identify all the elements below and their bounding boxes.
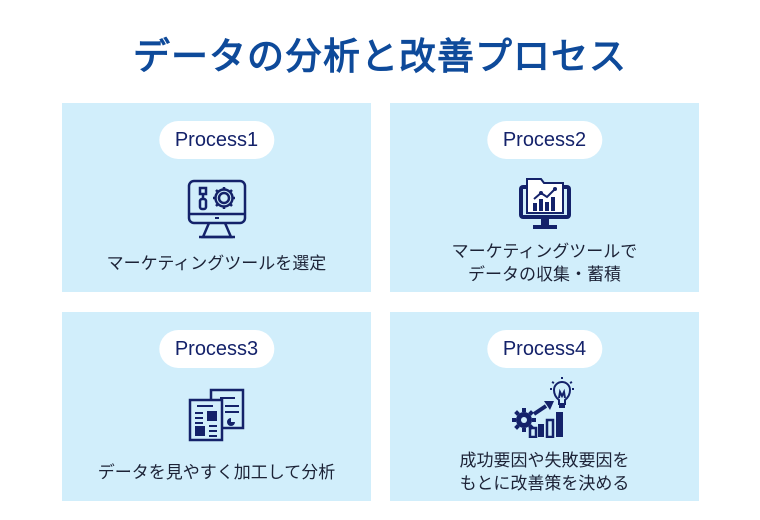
monitor-folder-chart-icon	[518, 178, 571, 229]
process-description: マーケティングツールで データの収集・蓄積	[451, 242, 638, 285]
process-description: マーケティングツールを選定	[106, 254, 327, 274]
process-card-4: Process4 成功要因や失敗要因を もとに改善策を決める	[390, 312, 699, 501]
documents-report-icon	[188, 388, 244, 442]
process-description: 成功要因や失敗要因を もとに改善策を決める	[459, 451, 630, 494]
process-card-1: Process1 マーケティングツールを選定	[62, 103, 371, 292]
process-label-pill: Process2	[486, 121, 603, 159]
page-title: データの分析と改善プロセス	[133, 35, 627, 78]
process-label-pill: Process3	[158, 330, 275, 368]
process-card-2: Process2 マーケティングツールで データの収集・蓄積	[390, 103, 699, 292]
process-description: データを見やすく加工して分析	[97, 463, 336, 483]
process-label-pill: Process4	[486, 330, 603, 368]
process-label-pill: Process1	[158, 121, 275, 159]
monitor-tools-gear-icon	[187, 179, 246, 239]
process-card-3: Process3 データを見やすく加工して分析	[62, 312, 371, 501]
gear-growth-lightbulb-icon	[511, 377, 574, 438]
